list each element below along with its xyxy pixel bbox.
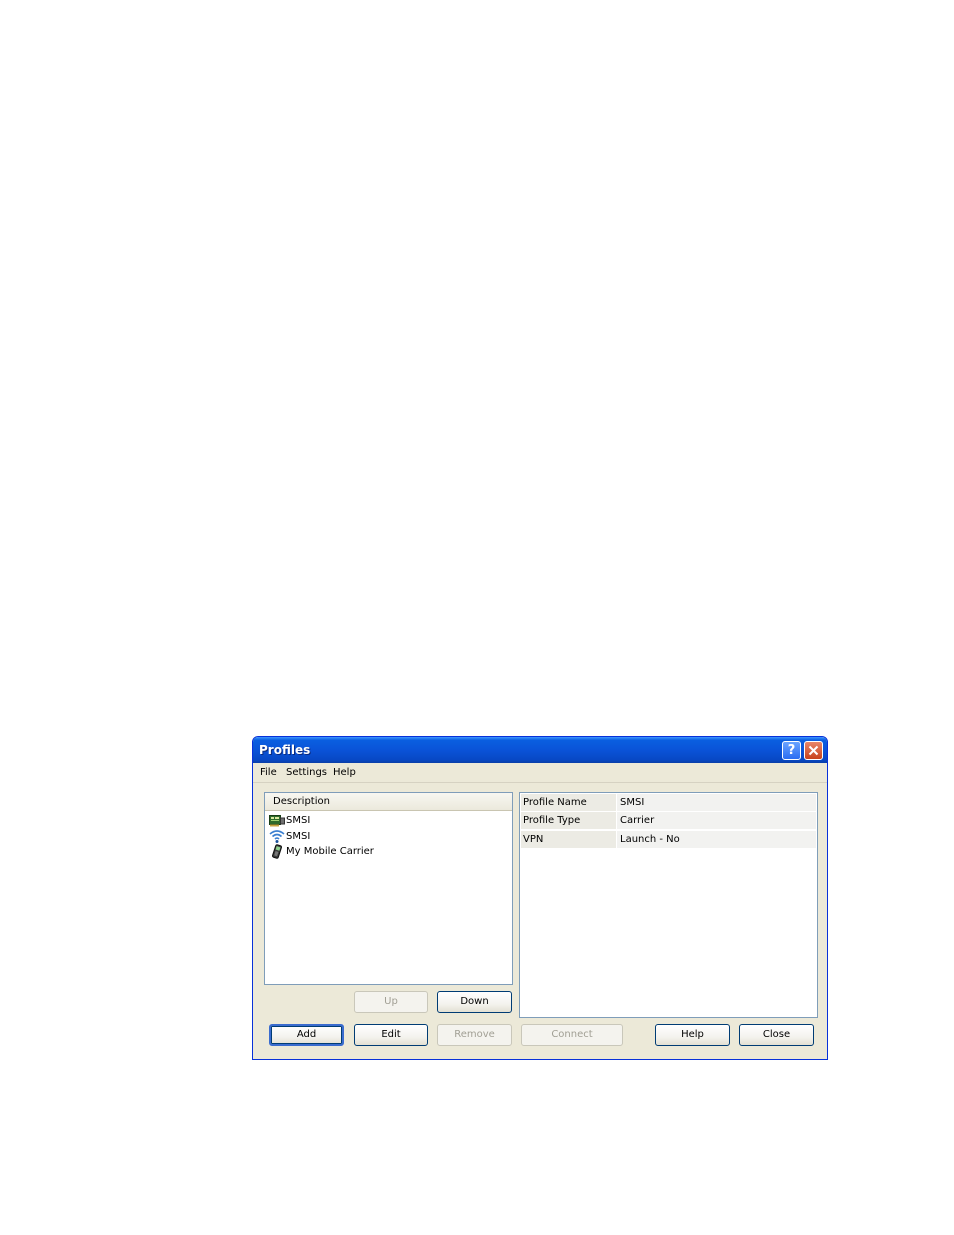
down-button[interactable]: Down — [437, 991, 512, 1013]
property-name: Profile Name — [521, 794, 616, 811]
menu-help[interactable]: Help — [333, 767, 356, 778]
connect-button[interactable]: Connect — [521, 1024, 623, 1046]
menu-file[interactable]: File — [260, 767, 277, 778]
menu-settings[interactable]: Settings — [286, 767, 327, 778]
help-button[interactable]: Help — [655, 1024, 730, 1046]
title-bar[interactable]: Profiles ? — [253, 737, 827, 763]
close-icon[interactable] — [804, 741, 823, 760]
property-row: Profile Name SMSI — [521, 794, 816, 812]
wifi-icon — [269, 829, 285, 844]
profile-properties-panel: Profile Name SMSI Profile Type Carrier V… — [519, 792, 818, 1018]
description-column-header[interactable]: Description — [265, 793, 512, 811]
property-name: Profile Type — [521, 812, 616, 829]
property-value: Carrier — [617, 812, 816, 829]
property-name: VPN — [521, 831, 616, 848]
property-value: SMSI — [617, 794, 816, 811]
menu-bar: File Settings Help — [253, 763, 827, 783]
property-row: VPN Launch - No — [521, 831, 816, 849]
remove-button[interactable]: Remove — [437, 1024, 512, 1046]
up-button[interactable]: Up — [354, 991, 428, 1013]
list-item-label: SMSI — [286, 815, 311, 826]
close-button[interactable]: Close — [739, 1024, 814, 1046]
ethernet-card-icon — [269, 813, 285, 828]
add-button[interactable]: Add — [269, 1024, 344, 1046]
window-title: Profiles — [259, 743, 311, 757]
property-value: Launch - No — [617, 831, 816, 848]
mobile-phone-icon — [269, 844, 285, 859]
list-item-label: My Mobile Carrier — [286, 846, 374, 857]
profiles-list[interactable]: Description SMSI SMSI My Mobile Carrier — [264, 792, 513, 985]
list-item-label: SMSI — [286, 831, 311, 842]
property-row: Profile Type Carrier — [521, 812, 816, 830]
help-icon[interactable]: ? — [782, 741, 801, 760]
edit-button[interactable]: Edit — [354, 1024, 428, 1046]
profiles-window: Profiles ? File Settings Help Descriptio… — [252, 736, 828, 1060]
